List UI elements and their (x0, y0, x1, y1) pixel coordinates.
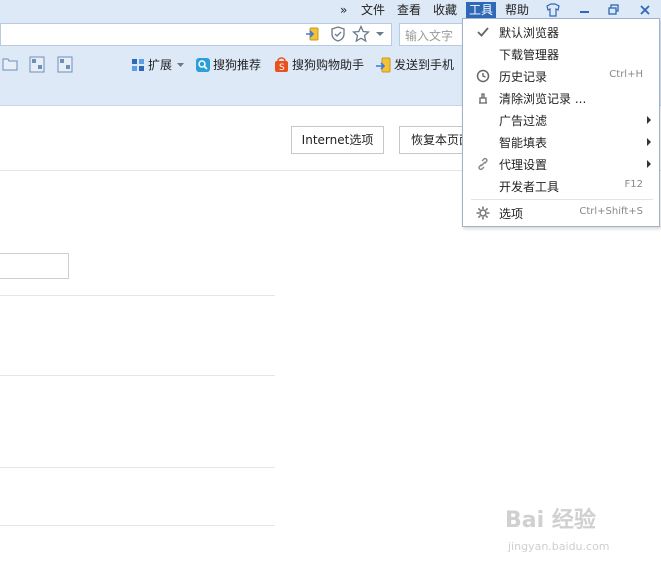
extensions-button[interactable]: 扩展 (148, 57, 172, 73)
menu-item-label: 选项 (499, 207, 524, 221)
skin-icon[interactable] (545, 3, 561, 17)
menu-separator (471, 199, 653, 200)
eraser-icon (479, 93, 487, 104)
restore-icon[interactable] (607, 3, 621, 17)
menu-item-download-manager[interactable]: 下载管理器 (463, 43, 659, 65)
send-to-phone-icon (376, 57, 391, 73)
close-icon[interactable] (638, 3, 652, 17)
svg-text:S: S (279, 63, 285, 73)
menu-item-label: 开发者工具 (499, 180, 560, 194)
menu-item-proxy-settings[interactable]: 代理设置 (463, 153, 659, 175)
minimize-icon[interactable] (578, 3, 592, 17)
more-chevron-icon[interactable]: » (340, 2, 347, 18)
shortcut-text: Ctrl+Shift+S (579, 206, 643, 217)
folder-icon[interactable] (2, 57, 18, 71)
shortcut-text: F12 (624, 179, 643, 190)
search-placeholder: 输入文字 (405, 29, 454, 43)
menu-help[interactable]: 帮助 (505, 2, 529, 18)
menu-item-developer-tools[interactable]: 开发者工具 F12 (463, 175, 659, 197)
gear-icon (476, 206, 490, 220)
watermark-url: jingyan.baidu.com (508, 540, 610, 553)
send-page-icon[interactable] (305, 26, 321, 42)
menu-file[interactable]: 文件 (361, 2, 385, 18)
extensions-grid-icon (132, 59, 144, 71)
menu-bar (0, 0, 661, 20)
divider (0, 467, 275, 468)
tools-dropdown-menu: 默认浏览器 下载管理器 历史记录 Ctrl+H 清除浏览记录 ... 广告过滤 … (462, 18, 660, 227)
submenu-arrow-icon (647, 160, 651, 168)
qr-page-icon[interactable] (57, 56, 73, 73)
menu-favorites[interactable]: 收藏 (433, 2, 457, 18)
clock-icon (476, 69, 490, 83)
shopping-bag-icon: S (275, 57, 288, 73)
shortcut-text: Ctrl+H (609, 69, 643, 80)
sogou-search-icon (196, 58, 210, 72)
watermark-logo: Bai 经验 (505, 508, 596, 533)
menu-item-clear-history[interactable]: 清除浏览记录 ... (463, 87, 659, 109)
menu-item-label: 默认浏览器 (499, 26, 560, 40)
submenu-arrow-icon (647, 138, 651, 146)
submenu-arrow-icon (647, 116, 651, 124)
divider (0, 295, 275, 296)
menu-view[interactable]: 查看 (397, 2, 421, 18)
menu-item-label: 广告过滤 (499, 114, 548, 128)
menu-item-ad-filter[interactable]: 广告过滤 (463, 109, 659, 131)
internet-options-button[interactable]: Internet选项 (291, 126, 384, 154)
menu-item-smart-fill[interactable]: 智能填表 (463, 131, 659, 153)
menu-item-label: 智能填表 (499, 136, 548, 150)
qr-page-icon[interactable] (29, 56, 45, 73)
menu-item-label: 清除浏览记录 ... (499, 92, 587, 106)
shield-icon[interactable] (330, 26, 346, 42)
sogou-recommend-link[interactable]: 搜狗推荐 (213, 57, 261, 73)
check-icon (477, 27, 489, 37)
divider (0, 525, 275, 526)
menu-item-label: 下载管理器 (499, 48, 560, 62)
send-to-phone-link[interactable]: 发送到手机 (394, 57, 454, 73)
menu-item-label: 历史记录 (499, 70, 548, 84)
menu-item-default-browser[interactable]: 默认浏览器 (463, 21, 659, 43)
chevron-down-icon[interactable] (375, 31, 385, 37)
link-icon (478, 157, 488, 171)
menu-item-options[interactable]: 选项 Ctrl+Shift+S (463, 202, 659, 224)
menu-tools[interactable]: 工具 (466, 2, 497, 18)
divider (0, 375, 275, 376)
star-icon[interactable] (352, 25, 370, 43)
menu-item-history[interactable]: 历史记录 Ctrl+H (463, 65, 659, 87)
menu-item-label: 代理设置 (499, 158, 548, 172)
shopping-assistant-link[interactable]: 搜狗购物助手 (292, 57, 364, 73)
text-field[interactable] (0, 253, 69, 279)
chevron-down-icon[interactable] (177, 63, 184, 68)
